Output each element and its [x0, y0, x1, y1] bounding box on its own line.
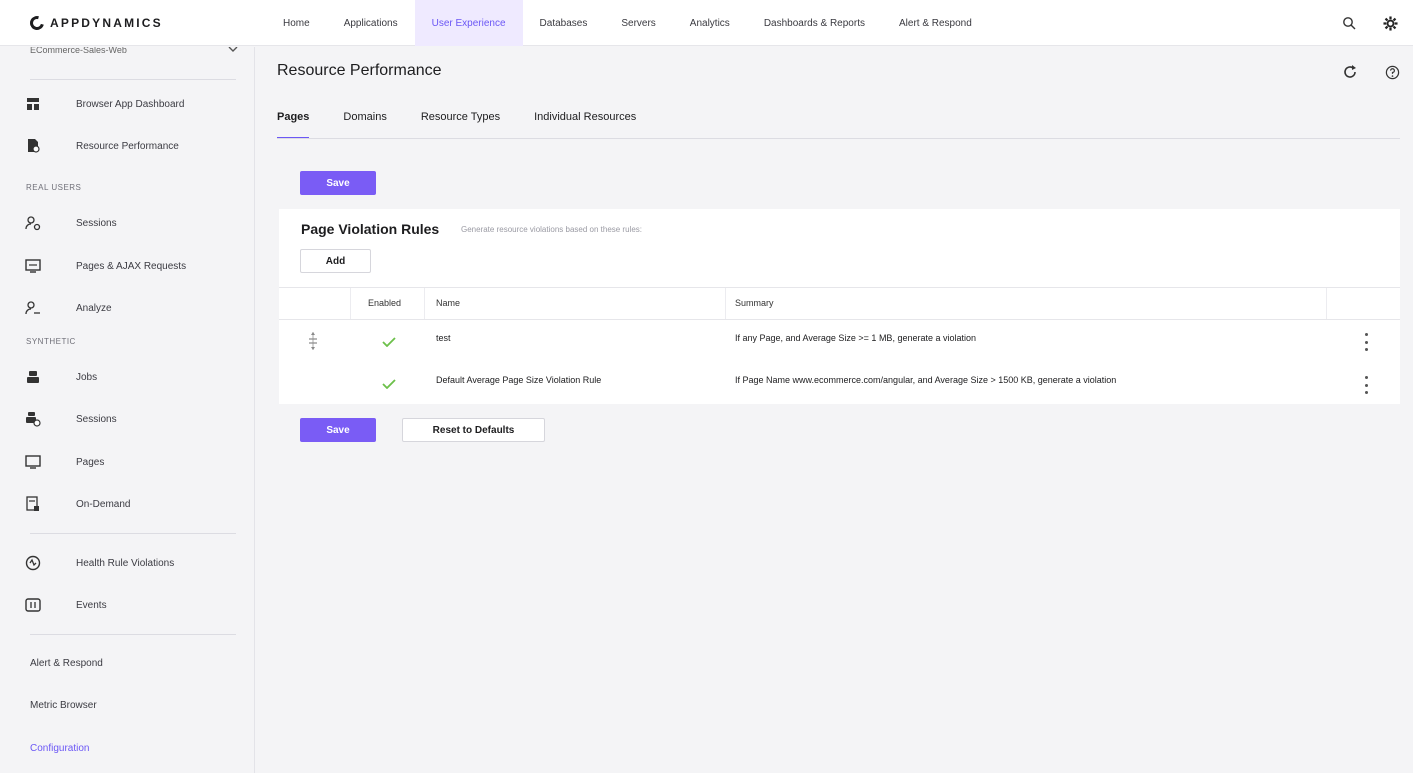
- column-name[interactable]: Name: [436, 298, 460, 308]
- nav-analytics[interactable]: Analytics: [673, 0, 747, 46]
- sidebar-item-label: Jobs: [76, 371, 98, 383]
- column-summary[interactable]: Summary: [735, 298, 774, 308]
- tab-pages[interactable]: Pages: [277, 104, 310, 139]
- page-title: Resource Performance: [277, 62, 442, 79]
- analyze-icon: [22, 297, 44, 319]
- nav-databases[interactable]: Databases: [523, 0, 605, 46]
- sidebar-item-label: Resource Performance: [76, 140, 179, 152]
- nav-alert-respond[interactable]: Alert & Respond: [882, 0, 989, 46]
- main-nav: Home Applications User Experience Databa…: [266, 0, 989, 46]
- nav-user-experience[interactable]: User Experience: [414, 0, 523, 46]
- sidebar-divider: [30, 79, 236, 80]
- sidebar-item-sessions[interactable]: Sessions: [22, 209, 242, 237]
- sidebar-item-label: Browser App Dashboard: [76, 98, 185, 110]
- reset-to-defaults-button[interactable]: Reset to Defaults: [402, 418, 545, 442]
- enabled-check-icon[interactable]: [382, 379, 396, 389]
- column-enabled[interactable]: Enabled: [368, 298, 401, 308]
- sidebar-item-label: Sessions: [76, 413, 117, 425]
- more-options-icon[interactable]: [1361, 333, 1371, 351]
- sidebar-link-alert-respond[interactable]: Alert & Respond: [30, 658, 103, 669]
- resource-tabs: Pages Domains Resource Types Individual …: [277, 104, 636, 139]
- sidebar-item-analyze[interactable]: Analyze: [22, 294, 242, 322]
- sidebar-item-events[interactable]: Events: [22, 591, 242, 619]
- on-demand-icon: [22, 493, 44, 515]
- section-synthetic: SYNTHETIC: [26, 337, 76, 346]
- sidebar-item-synthetic-pages[interactable]: Pages: [22, 448, 242, 476]
- robot-icon: [22, 366, 44, 388]
- rules-subtitle: Generate resource violations based on th…: [461, 225, 642, 234]
- users-icon: [22, 212, 44, 234]
- sidebar-link-metric-browser[interactable]: Metric Browser: [30, 700, 97, 711]
- save-button-bottom[interactable]: Save: [300, 418, 376, 442]
- sidebar-link-configuration[interactable]: Configuration: [30, 743, 89, 754]
- nav-servers[interactable]: Servers: [604, 0, 672, 46]
- appdynamics-logo[interactable]: APPDYNAMICS: [27, 13, 163, 33]
- application-selector[interactable]: ECommerce-Sales-Web: [30, 47, 238, 63]
- rule-summary: If Page Name www.ecommerce.com/angular, …: [735, 375, 1117, 385]
- monitor-icon: [22, 451, 44, 473]
- sidebar-item-label: Events: [76, 599, 107, 611]
- sidebar-item-jobs[interactable]: Jobs: [22, 363, 242, 391]
- sidebar: ECommerce-Sales-Web Browser App Dashboar…: [0, 47, 255, 773]
- page-violation-rules-card: Page Violation Rules Generate resource v…: [279, 209, 1400, 404]
- sidebar-item-synthetic-sessions[interactable]: Sessions: [22, 405, 242, 433]
- refresh-icon[interactable]: [1340, 62, 1360, 82]
- sidebar-item-health-rule-violations[interactable]: Health Rule Violations: [22, 549, 242, 577]
- sidebar-item-pages-ajax-requests[interactable]: Pages & AJAX Requests: [22, 252, 242, 280]
- rule-summary: If any Page, and Average Size >= 1 MB, g…: [735, 333, 976, 343]
- sidebar-item-on-demand[interactable]: On-Demand: [22, 490, 242, 518]
- chevron-down-icon: [228, 47, 238, 63]
- rule-name[interactable]: Default Average Page Size Violation Rule: [436, 375, 601, 385]
- add-rule-button[interactable]: Add: [300, 249, 371, 273]
- save-button-top[interactable]: Save: [300, 171, 376, 195]
- gear-icon[interactable]: [1381, 14, 1399, 32]
- resource-icon: [22, 135, 44, 157]
- rules-title: Page Violation Rules: [301, 221, 440, 237]
- brand-name: APPDYNAMICS: [50, 16, 163, 30]
- sidebar-item-label: Pages: [76, 456, 105, 468]
- sidebar-item-label: On-Demand: [76, 498, 131, 510]
- robot-group-icon: [22, 408, 44, 430]
- tabs-underline: [277, 138, 1400, 139]
- dashboard-icon: [22, 93, 44, 115]
- rules-table-header: Enabled Name Summary: [279, 287, 1400, 320]
- table-row[interactable]: test If any Page, and Average Size >= 1 …: [279, 320, 1400, 362]
- rule-name[interactable]: test: [436, 333, 451, 343]
- nav-applications[interactable]: Applications: [327, 0, 415, 46]
- monitor-icon: [22, 255, 44, 277]
- section-real-users: REAL USERS: [26, 183, 82, 192]
- top-navigation-bar: APPDYNAMICS Home Applications User Exper…: [0, 0, 1413, 46]
- sidebar-item-browser-app-dashboard[interactable]: Browser App Dashboard: [22, 90, 242, 118]
- table-row[interactable]: Default Average Page Size Violation Rule…: [279, 362, 1400, 404]
- search-icon[interactable]: [1340, 14, 1358, 32]
- sidebar-item-label: Sessions: [76, 217, 117, 229]
- drag-handle-icon[interactable]: [308, 332, 318, 350]
- nav-home[interactable]: Home: [266, 0, 327, 46]
- enabled-check-icon[interactable]: [382, 337, 396, 347]
- sidebar-divider: [30, 634, 236, 635]
- tab-individual-resources[interactable]: Individual Resources: [534, 104, 636, 138]
- events-icon: [22, 594, 44, 616]
- sidebar-item-label: Pages & AJAX Requests: [76, 260, 187, 272]
- column-separator: [350, 288, 351, 319]
- more-options-icon[interactable]: [1361, 376, 1371, 394]
- tab-domains[interactable]: Domains: [343, 104, 386, 138]
- sidebar-item-label: Health Rule Violations: [76, 557, 175, 569]
- sidebar-item-label: Analyze: [76, 302, 112, 314]
- sidebar-item-resource-performance[interactable]: Resource Performance: [22, 132, 242, 160]
- column-separator: [424, 288, 425, 319]
- tab-resource-types[interactable]: Resource Types: [421, 104, 500, 138]
- nav-dashboards-reports[interactable]: Dashboards & Reports: [747, 0, 882, 46]
- health-icon: [22, 552, 44, 574]
- sidebar-divider: [30, 533, 236, 534]
- column-separator: [1326, 288, 1327, 319]
- logo-icon: [27, 13, 47, 33]
- application-name: ECommerce-Sales-Web: [30, 47, 127, 55]
- help-icon[interactable]: [1382, 62, 1402, 82]
- column-separator: [725, 288, 726, 319]
